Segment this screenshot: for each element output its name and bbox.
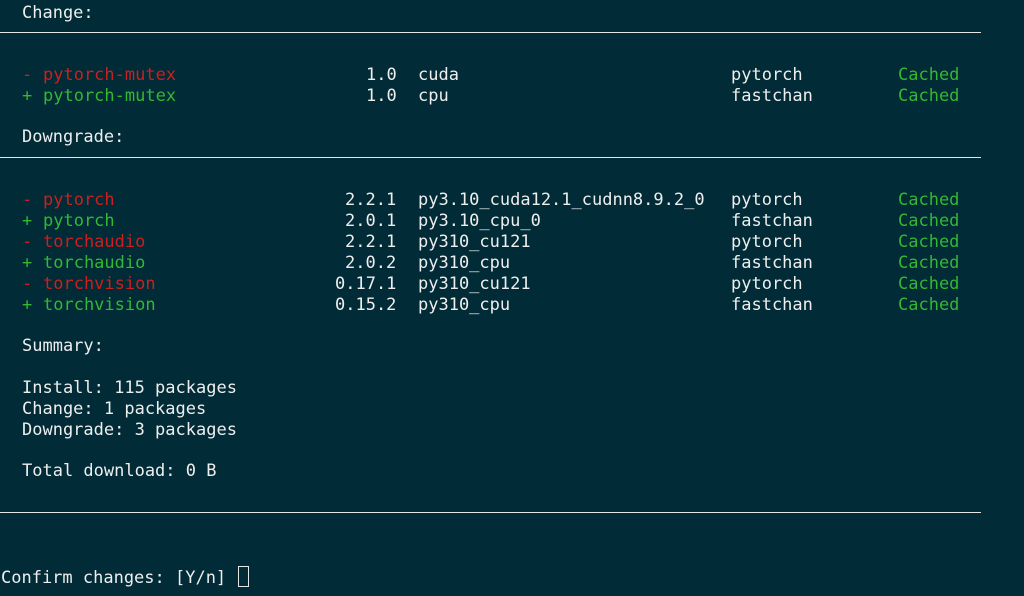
package-version: 2.0.1	[345, 211, 397, 231]
package-status: Cached	[898, 274, 960, 294]
package-name: torchaudio	[43, 253, 146, 273]
package-status: Cached	[898, 295, 960, 315]
package-channel: fastchan	[731, 86, 813, 106]
confirm-prompt-text: Confirm changes: [Y/n]	[1, 568, 227, 588]
package-channel: pytorch	[731, 65, 803, 85]
package-channel: pytorch	[731, 190, 803, 210]
text-cursor[interactable]	[238, 566, 250, 587]
downgrade-section-header: Downgrade:	[22, 127, 125, 147]
package-channel: pytorch	[731, 274, 803, 294]
change-sign: +	[22, 253, 33, 273]
package-build: py310_cu121	[418, 274, 531, 294]
package-build: py310_cpu	[418, 295, 511, 315]
divider	[0, 32, 981, 33]
package-channel: fastchan	[731, 253, 813, 273]
package-name: torchvision	[43, 274, 156, 294]
package-status: Cached	[898, 253, 960, 273]
change-sign: -	[22, 65, 33, 85]
package-version: 0.17.1	[335, 274, 397, 294]
package-version: 1.0	[366, 86, 397, 106]
summary-total-download: Total download: 0 B	[22, 461, 217, 481]
downgrade-row: + pytorch 2.0.1 py3.10_cpu_0 fastchan Ca…	[0, 211, 959, 232]
package-build: py310_cpu	[418, 253, 511, 273]
package-name: torchaudio	[43, 232, 146, 252]
summary-change: Change: 1 packages	[22, 399, 207, 419]
terminal-window: Change: - pytorch-mutex 1.0 cuda pytorch…	[0, 0, 1024, 596]
package-version: 2.0.2	[345, 253, 397, 273]
package-name: pytorch	[43, 211, 115, 231]
downgrade-row: + torchaudio 2.0.2 py310_cpu fastchan Ca…	[0, 253, 959, 274]
package-build: py3.10_cuda12.1_cudnn8.9.2_0	[418, 190, 705, 210]
change-sign: +	[22, 295, 33, 315]
package-build: py310_cu121	[418, 232, 531, 252]
summary-downgrade: Downgrade: 3 packages	[22, 420, 237, 440]
package-channel: fastchan	[731, 295, 813, 315]
downgrade-row: + torchvision 0.15.2 py310_cpu fastchan …	[0, 295, 959, 316]
change-sign: +	[22, 86, 33, 106]
change-sign: -	[22, 190, 33, 210]
package-status: Cached	[898, 65, 960, 85]
package-channel: pytorch	[731, 232, 803, 252]
confirm-prompt[interactable]: Confirm changes: [Y/n]	[1, 566, 250, 588]
package-name: pytorch-mutex	[43, 86, 177, 106]
package-version: 2.2.1	[345, 232, 397, 252]
package-version: 2.2.1	[345, 190, 397, 210]
package-name: torchvision	[43, 295, 156, 315]
package-build: cuda	[418, 65, 459, 85]
downgrade-row: - pytorch 2.2.1 py3.10_cuda12.1_cudnn8.9…	[0, 190, 959, 211]
change-sign: -	[22, 274, 33, 294]
package-status: Cached	[898, 190, 960, 210]
package-channel: fastchan	[731, 211, 813, 231]
divider	[0, 512, 981, 513]
change-row: + pytorch-mutex 1.0 cpu fastchan Cached	[0, 86, 959, 107]
downgrade-row: - torchvision 0.17.1 py310_cu121 pytorch…	[0, 274, 959, 295]
summary-section-header: Summary:	[22, 336, 104, 356]
change-section-header: Change:	[22, 3, 94, 23]
package-name: pytorch-mutex	[43, 65, 177, 85]
change-sign: +	[22, 211, 33, 231]
package-status: Cached	[898, 86, 960, 106]
package-build: py3.10_cpu_0	[418, 211, 541, 231]
package-version: 0.15.2	[335, 295, 397, 315]
downgrade-row: - torchaudio 2.2.1 py310_cu121 pytorch C…	[0, 232, 959, 253]
package-status: Cached	[898, 211, 960, 231]
package-build: cpu	[418, 86, 449, 106]
package-name: pytorch	[43, 190, 115, 210]
summary-install: Install: 115 packages	[22, 378, 237, 398]
change-row: - pytorch-mutex 1.0 cuda pytorch Cached	[0, 65, 959, 86]
package-status: Cached	[898, 232, 960, 252]
package-version: 1.0	[366, 65, 397, 85]
divider	[0, 157, 981, 158]
change-sign: -	[22, 232, 33, 252]
